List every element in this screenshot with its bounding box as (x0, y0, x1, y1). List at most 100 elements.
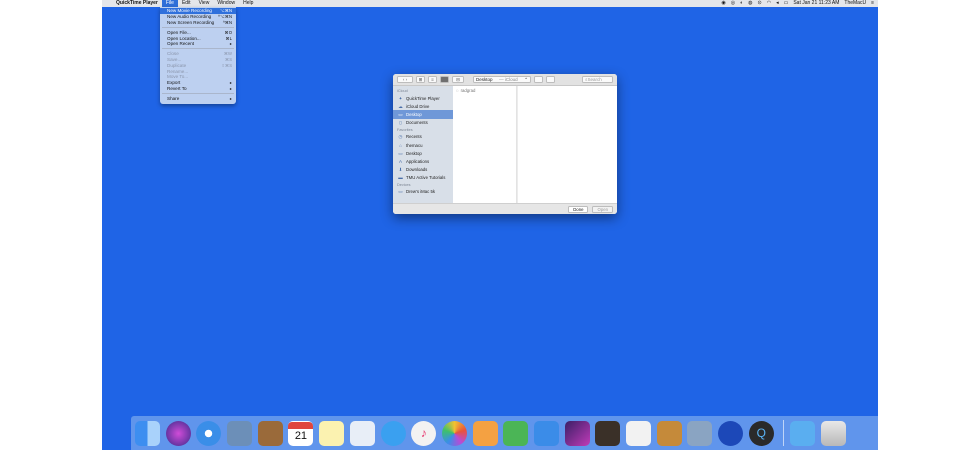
file-menu: New Movie Recording ⌥⌘N New Audio Recordi… (160, 7, 236, 104)
menu-item-open-location[interactable]: Open Location... ⌘L (160, 35, 236, 41)
search-placeholder: Search (587, 77, 602, 82)
sidebar-item-applications[interactable]: A Applications (393, 157, 453, 165)
view-columns-button[interactable] (440, 76, 449, 83)
clock-icon: ◷ (398, 134, 403, 140)
status-icon-3[interactable]: ◐ (740, 0, 743, 7)
siri-icon[interactable] (165, 420, 191, 446)
menu-item-new-screen-recording[interactable]: New Screen Recording ^⌘N (160, 20, 236, 26)
file-item[interactable]: ◌ radgrad (453, 86, 516, 95)
menu-separator (162, 92, 234, 94)
tag-button[interactable] (546, 76, 555, 83)
sidebar-item-desktop[interactable]: ▭ Desktop (393, 149, 453, 157)
search-input[interactable]: ⌕ Search (582, 76, 613, 83)
menu-item-new-audio-recording[interactable]: New Audio Recording ^⌥⌘N (160, 14, 236, 20)
dock-separator (783, 420, 785, 446)
menu-list-icon[interactable]: ≡ (871, 0, 874, 7)
folder-icon: ▬ (398, 175, 403, 181)
menu-item-share[interactable]: Share ▸ (160, 95, 236, 101)
menu-help[interactable]: Help (239, 0, 257, 7)
sidebar-item-desktop-icloud[interactable]: ▭ Desktop (393, 110, 453, 119)
menu-file[interactable]: File (161, 0, 178, 7)
home-icon: ⌂ (399, 142, 402, 148)
finder-icon[interactable] (135, 420, 160, 446)
open-button[interactable]: Open (592, 205, 613, 213)
menu-window[interactable]: Window (213, 0, 239, 7)
location-popup[interactable]: Desktop — iCloud ⌃ (473, 76, 531, 83)
messages-icon[interactable] (380, 420, 406, 446)
status-icon-1[interactable]: ◉ (721, 0, 725, 7)
pages-icon[interactable] (472, 420, 498, 446)
desktop-icon: ▭ (398, 111, 403, 117)
menu-view[interactable]: View (195, 0, 214, 7)
garageband-icon[interactable] (595, 420, 621, 446)
sidebar-item-icloud-drive[interactable]: ☁ iCloud Drive (393, 102, 453, 110)
numbers-icon[interactable] (503, 420, 529, 446)
menu-app-name[interactable]: QuickTime Player (112, 0, 162, 7)
app-icon: ✦ (398, 95, 403, 101)
safari-icon[interactable] (196, 420, 222, 446)
group-button[interactable]: ⊟ (452, 76, 464, 83)
view-list-button[interactable]: ≡ (428, 76, 437, 83)
menu-separator (162, 48, 234, 50)
keynote-icon[interactable] (533, 420, 559, 446)
menu-item-new-movie-recording[interactable]: New Movie Recording ⌥⌘N (160, 8, 236, 14)
sidebar-item-quicktime-player[interactable]: ✦ QuickTime Player (393, 94, 453, 102)
calendar-icon[interactable]: 21 (288, 420, 314, 446)
clock[interactable]: Sat Jan 21 11:23 AM (793, 0, 839, 7)
photo-booth-icon[interactable] (718, 420, 744, 446)
dialog-toolbar: ‹ › ⊞ ≡ ⊟ Desktop — iCloud ⌃ ⌕ Search (393, 74, 617, 86)
status-icon-2[interactable]: ◎ (731, 0, 735, 7)
document-icon: ▯ (399, 120, 402, 126)
quicktime-icon[interactable]: Q (748, 420, 774, 446)
computer-icon: ▭ (398, 189, 403, 195)
file-name: radgrad (460, 88, 476, 93)
menu-bar: QuickTime Player File Edit View Window H… (102, 0, 878, 7)
sidebar-item-recents[interactable]: ◷ Recents (393, 133, 453, 141)
applications-icon: A (398, 158, 402, 164)
menu-item-revert-to[interactable]: Revert To ▸ (160, 86, 236, 92)
preview-column (518, 86, 617, 203)
image-capture-icon[interactable] (687, 420, 713, 446)
trash-icon[interactable] (821, 420, 847, 446)
location-sub: — iCloud (499, 77, 518, 82)
file-icon: ◌ (456, 88, 459, 93)
sidebar-item-imac[interactable]: ▭ Drew's iMac 5k (393, 188, 453, 196)
cloud-icon: ☁ (398, 103, 403, 109)
menu-separator (162, 26, 234, 28)
photos-icon[interactable] (441, 420, 467, 446)
download-icon: ⬇ (398, 167, 403, 173)
dialog-footer: Done Open (393, 203, 617, 214)
sidebar-item-downloads[interactable]: ⬇ Downloads (393, 166, 453, 174)
textedit-icon[interactable] (626, 420, 651, 446)
itunes-icon[interactable]: ♪ (411, 420, 437, 446)
contacts-icon[interactable] (257, 420, 283, 446)
dock: 21 ♪ Q (131, 416, 878, 450)
dialog-sidebar: iCloud ✦ QuickTime Player ☁ iCloud Drive ▭… (393, 86, 453, 203)
status-area: ◉ ◎ ◐ ◍ ⊙ ◠ ◂ ▭ Sat Jan 21 11:23 AM TheM… (721, 0, 878, 7)
sidebar-item-tmu-active-tutorials[interactable]: ▬ TMU Active Tutorials (393, 174, 453, 182)
battery-icon[interactable]: ▭ (784, 0, 789, 7)
pixelmator-icon[interactable] (656, 420, 682, 446)
reminders-icon[interactable] (349, 420, 375, 446)
menu-item-open-recent[interactable]: Open Recent ▸ (160, 41, 236, 47)
wifi-icon[interactable]: ◠ (767, 0, 771, 7)
notes-icon[interactable] (319, 420, 345, 446)
sidebar-item-home[interactable]: ⌂ themacu (393, 141, 453, 149)
chevron-updown-icon: ⌃ (524, 76, 528, 82)
volume-icon[interactable]: ◂ (776, 0, 779, 7)
back-forward-buttons[interactable]: ‹ › (397, 76, 413, 83)
downloads-icon[interactable] (790, 420, 816, 446)
location-label: Desktop (476, 77, 493, 82)
share-button[interactable] (534, 76, 543, 83)
affinity-icon[interactable] (564, 420, 590, 446)
status-icon-5[interactable]: ⊙ (758, 0, 762, 7)
preview-icon[interactable] (227, 420, 253, 446)
desktop-icon: ▭ (398, 150, 403, 156)
user-name[interactable]: TheMacU (844, 0, 866, 7)
done-button[interactable]: Done (568, 205, 589, 213)
menu-edit[interactable]: Edit (178, 0, 195, 7)
open-file-dialog: ‹ › ⊞ ≡ ⊟ Desktop — iCloud ⌃ ⌕ Search iC… (393, 74, 617, 214)
status-icon-4[interactable]: ◍ (748, 0, 752, 7)
view-icons-button[interactable]: ⊞ (416, 76, 425, 83)
sidebar-item-documents[interactable]: ▯ Documents (393, 119, 453, 127)
